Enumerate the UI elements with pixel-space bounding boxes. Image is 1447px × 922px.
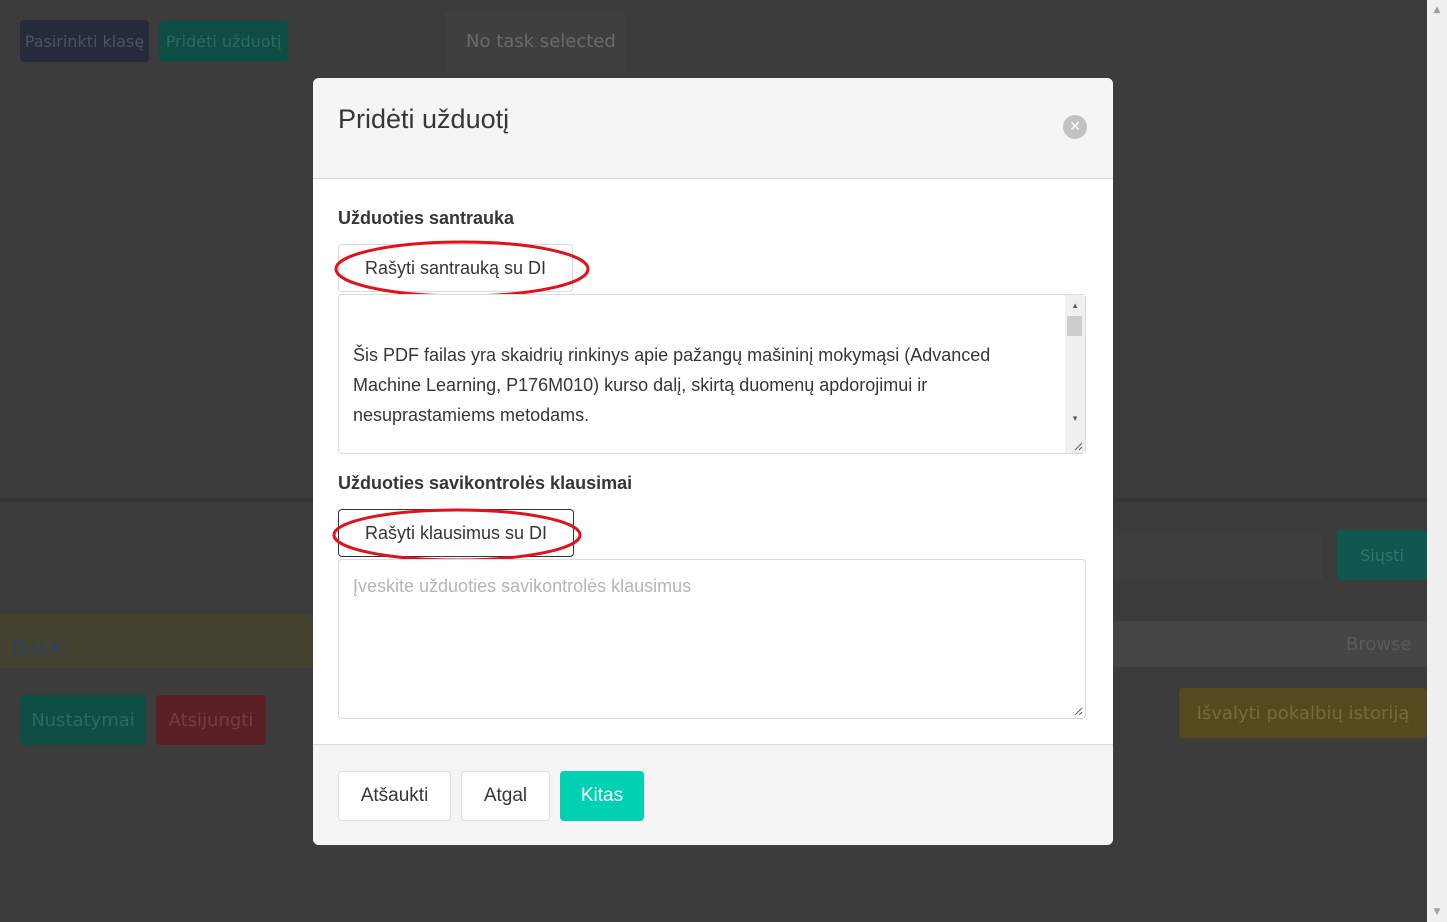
summary-label: Užduoties santrauka (338, 208, 515, 228)
questions-label: Užduoties savikontrolės klausimai (338, 473, 633, 493)
questions-placeholder: Įveskite užduoties savikontrolės klausim… (353, 576, 692, 596)
settings-button[interactable]: Nustatymai (20, 695, 146, 745)
faq-link[interactable]: D.U.K. (12, 638, 68, 659)
logout-button[interactable]: Atsijungti (156, 695, 266, 745)
back-button[interactable]: Atgal (461, 771, 550, 821)
cancel-button[interactable]: Atšaukti (338, 771, 451, 821)
summary-textarea[interactable]: Šis PDF failas yra skaidrių rinkinys api… (338, 294, 1086, 454)
modal-header: Pridėti užduotį ✕ (313, 78, 1113, 179)
browse-label[interactable]: Browse (1346, 634, 1412, 655)
message-input[interactable] (1113, 535, 1323, 579)
write-questions-ai-button[interactable]: Rašyti klausimus su DI (338, 509, 574, 557)
textarea-scrollbar[interactable]: ▲ ▼ (1065, 295, 1085, 453)
scroll-up-arrow-icon[interactable]: ▲ (1427, 0, 1447, 20)
clear-history-button[interactable]: Išvalyti pokalbių istoriją (1179, 688, 1427, 738)
modal-footer: Atšaukti Atgal Kitas (313, 744, 1113, 845)
questions-textarea[interactable]: Įveskite užduoties savikontrolės klausim… (338, 559, 1086, 719)
add-task-modal: Pridėti užduotį ✕ Užduoties santrauka Ra… (313, 78, 1113, 845)
scroll-up-arrow-icon[interactable]: ▲ (1071, 301, 1079, 310)
scroll-down-arrow-icon[interactable]: ▼ (1071, 414, 1079, 423)
close-icon[interactable]: ✕ (1063, 115, 1087, 139)
write-summary-ai-button[interactable]: Rašyti santrauką su DI (338, 244, 573, 292)
no-task-text: No task selected (466, 31, 616, 52)
page-scrollbar[interactable]: ▲ ▼ (1427, 0, 1447, 922)
next-button[interactable]: Kitas (560, 771, 644, 821)
resize-handle-icon[interactable] (1073, 706, 1083, 716)
summary-text: Šis PDF failas yra skaidrių rinkinys api… (353, 345, 991, 425)
scrollbar-thumb[interactable] (1067, 316, 1082, 336)
send-button[interactable]: Siųsti (1337, 530, 1427, 580)
scroll-down-arrow-icon[interactable]: ▼ (1427, 902, 1447, 922)
select-class-button[interactable]: Pasirinkti klasę (20, 20, 149, 62)
modal-title: Pridėti užduotį (338, 104, 510, 134)
resize-handle-icon[interactable] (1073, 441, 1083, 451)
add-task-button[interactable]: Pridėti užduotį (159, 20, 288, 62)
